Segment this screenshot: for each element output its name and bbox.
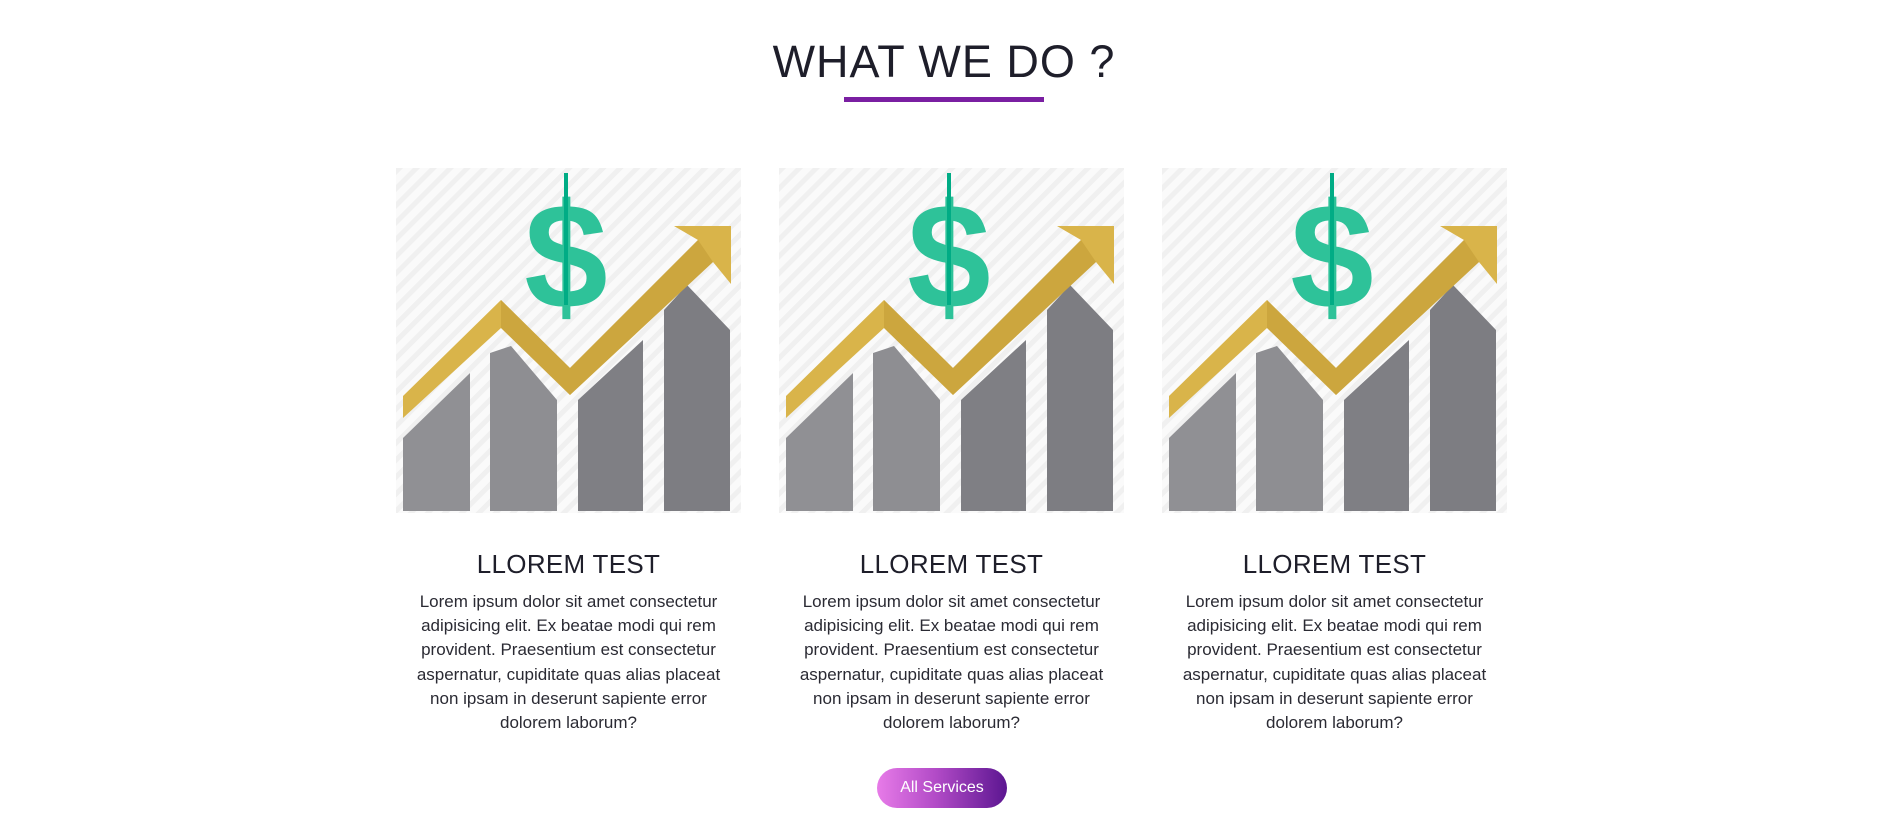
card-description: Lorem ipsum dolor sit amet consectetur a…: [416, 592, 721, 733]
card-description: Lorem ipsum dolor sit amet consectetur a…: [1182, 592, 1487, 733]
service-card: $ LLOREM TEST Lorem ipsum dolor sit amet…: [396, 168, 741, 735]
card-title: LLOREM TEST: [859, 549, 1044, 579]
card-title: LLOREM TEST: [1242, 549, 1427, 579]
section-title: WHAT WE DO ?: [772, 36, 1116, 87]
title-underline: [844, 97, 1044, 102]
service-card: $ LLOREM TEST Lorem ipsum dolor sit amet…: [1162, 168, 1507, 735]
what-we-do-section: WHAT WE DO ? $ LLOREM TEST Lorem ipsum d…: [0, 0, 1888, 825]
card-description: Lorem ipsum dolor sit amet consectetur a…: [799, 592, 1104, 733]
service-cards: $ LLOREM TEST Lorem ipsum dolor sit amet…: [396, 168, 1536, 748]
service-card: $ LLOREM TEST Lorem ipsum dolor sit amet…: [779, 168, 1124, 735]
growth-chart-dollar-icon: $: [1162, 168, 1507, 513]
section-header: WHAT WE DO ?: [0, 36, 1888, 102]
card-title: LLOREM TEST: [476, 549, 661, 579]
growth-chart-dollar-icon: $: [779, 168, 1124, 513]
growth-chart-dollar-icon: $: [396, 168, 741, 513]
all-services-button[interactable]: All Services: [877, 768, 1007, 808]
